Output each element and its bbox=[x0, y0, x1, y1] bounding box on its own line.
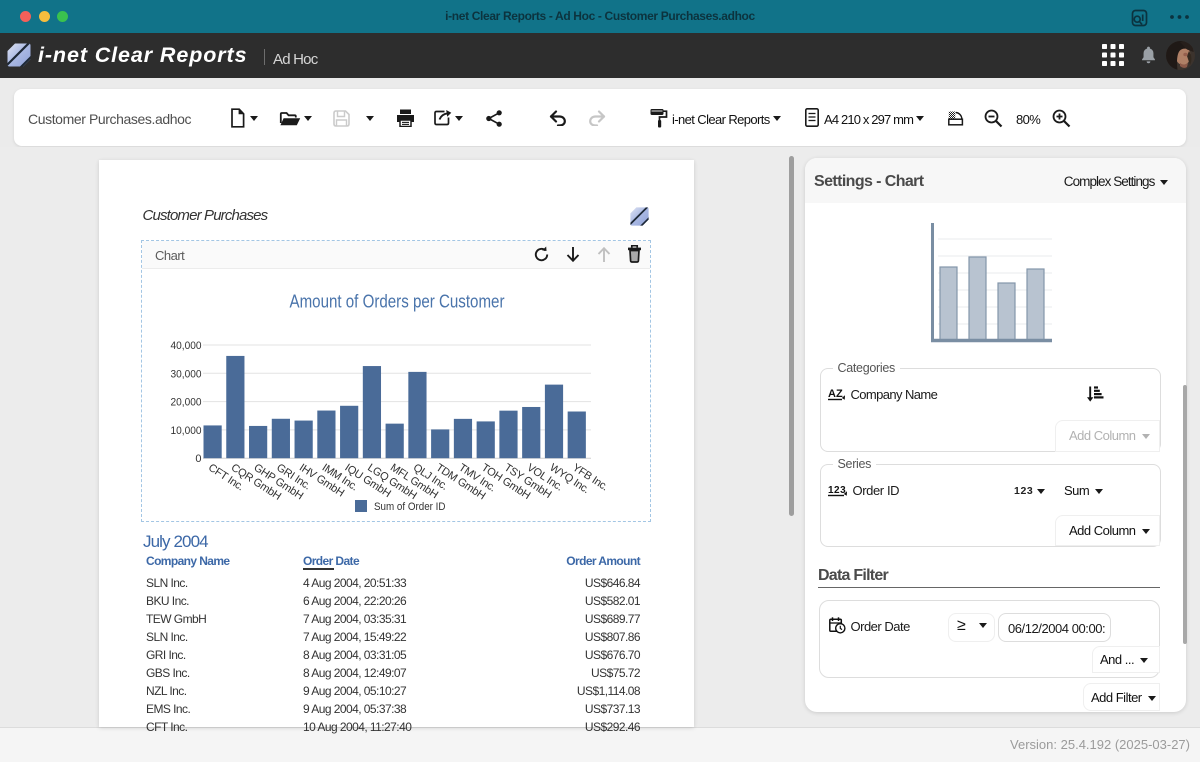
svg-text:30,000: 30,000 bbox=[171, 368, 202, 380]
svg-text:Sum of Order ID: Sum of Order ID bbox=[374, 501, 446, 513]
svg-text:40,000: 40,000 bbox=[171, 340, 202, 352]
svg-text:AZ: AZ bbox=[828, 388, 843, 400]
svg-text:0: 0 bbox=[195, 453, 201, 465]
svg-text:20,000: 20,000 bbox=[171, 396, 202, 408]
svg-text:Amount of Orders per Customer: Amount of Orders per Customer bbox=[290, 291, 505, 311]
svg-text:123: 123 bbox=[828, 485, 846, 496]
svg-text:10,000: 10,000 bbox=[171, 424, 202, 436]
